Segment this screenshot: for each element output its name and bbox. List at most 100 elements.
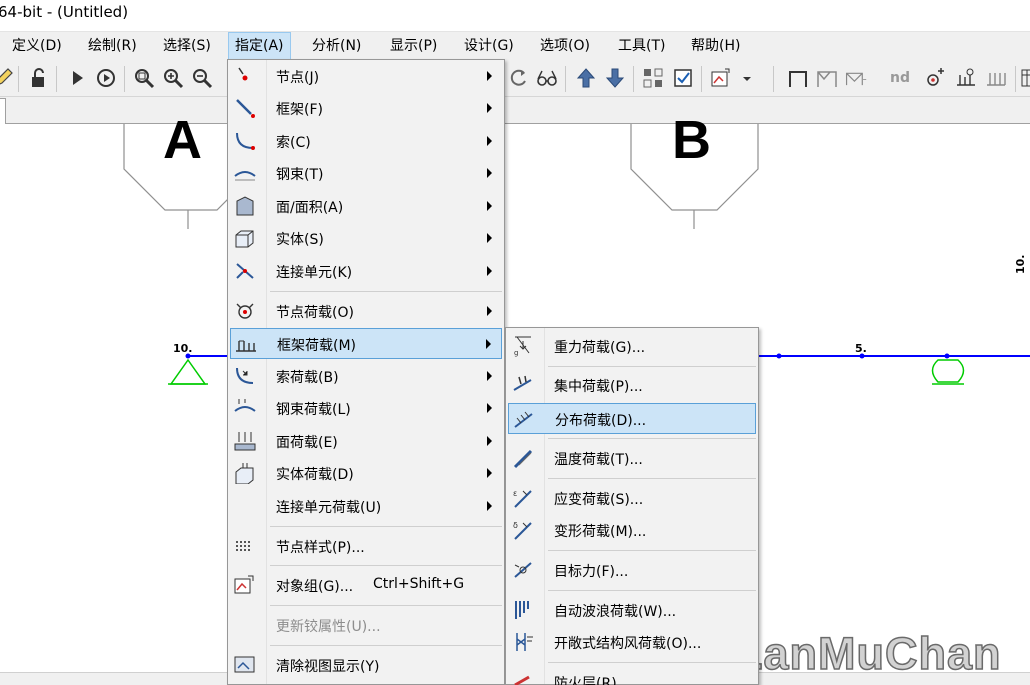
menu-separator	[548, 478, 756, 479]
menu-item-solid[interactable]: 实体(S)	[230, 223, 502, 254]
submenu-item-distributed[interactable]: 分布荷载(D)...	[508, 403, 756, 434]
frame-draw-icon[interactable]	[787, 67, 809, 89]
menu-item-cable-loads[interactable]: 索荷载(B)	[230, 361, 502, 392]
joint-pattern-icon	[233, 535, 257, 557]
select-all-icon[interactable]	[642, 67, 664, 89]
solid-load-icon	[233, 462, 257, 484]
wave-load-icon	[511, 599, 535, 621]
wind-load-icon	[511, 631, 535, 653]
submenu-item-deformation[interactable]: δ 变形荷载(M)...	[508, 515, 756, 546]
clear-display-icon	[233, 654, 257, 676]
menu-item-frame[interactable]: 框架(F)	[230, 93, 502, 124]
menu-separator	[270, 565, 502, 566]
run-icon[interactable]	[66, 67, 88, 89]
menu-item-area[interactable]: 面/面积(A)	[230, 191, 502, 222]
zoom-out-icon[interactable]	[191, 67, 213, 89]
rotate-icon[interactable]	[508, 67, 530, 89]
frame-load-icon	[234, 333, 258, 355]
toolbar-separator	[773, 66, 774, 92]
menu-item-groups[interactable]: 对象组(G)... Ctrl+Shift+G	[230, 570, 502, 601]
move-down-icon[interactable]	[604, 67, 626, 89]
nd-label[interactable]: nd	[890, 70, 910, 86]
submenu-item-temperature[interactable]: 温度荷载(T)...	[508, 443, 756, 474]
frame-joint	[776, 353, 782, 359]
menu-design[interactable]: 设计(G)	[458, 32, 520, 61]
target-force-icon	[511, 559, 535, 581]
load-pattern-icon[interactable]	[955, 67, 977, 89]
menu-item-joint-patterns[interactable]: 节点样式(P)...	[230, 531, 502, 562]
deformation-load-icon: δ	[511, 519, 535, 541]
menu-item-tendon[interactable]: 钢束(T)	[230, 158, 502, 189]
checkbox-icon[interactable]	[672, 67, 694, 89]
menu-tools[interactable]: 工具(T)	[612, 32, 671, 61]
submenu-item-strain[interactable]: ε 应变荷载(S)...	[508, 483, 756, 514]
zoom-window-icon[interactable]	[133, 67, 155, 89]
menu-select[interactable]: 选择(S)	[157, 32, 217, 61]
toolbar: nd	[0, 61, 1030, 97]
submenu-item-point[interactable]: 集中荷载(P)...	[508, 370, 756, 401]
table-icon[interactable]	[1020, 67, 1030, 89]
joint-icon	[233, 65, 257, 87]
menu-item-frame-loads[interactable]: 框架荷载(M)	[230, 328, 502, 359]
menu-help[interactable]: 帮助(H)	[685, 32, 746, 61]
node-label: 10.	[173, 342, 193, 355]
link-icon	[233, 260, 257, 282]
distributed-load-icon	[512, 408, 536, 430]
menu-separator	[270, 526, 502, 527]
submenu-arrow-icon	[487, 468, 492, 478]
toolbar-separator	[565, 66, 566, 92]
pencil-icon[interactable]	[0, 67, 14, 89]
perspective-glasses-icon[interactable]	[536, 67, 558, 89]
cable-load-icon	[233, 365, 257, 387]
frame-section-icon[interactable]	[845, 67, 873, 89]
menu-item-cable[interactable]: 索(C)	[230, 126, 502, 157]
submenu-item-wind-load[interactable]: 开敞式结构风荷载(O)...	[508, 627, 756, 658]
menu-item-area-loads[interactable]: 面荷载(E)	[230, 426, 502, 457]
submenu-item-wave-load[interactable]: 自动波浪荷载(W)...	[508, 595, 756, 626]
menu-item-link[interactable]: 连接单元(K)	[230, 256, 502, 287]
menu-define[interactable]: 定义(D)	[6, 32, 68, 61]
menu-item-joint-loads[interactable]: 节点荷载(O)	[230, 296, 502, 327]
frame-icon	[233, 97, 257, 119]
lock-icon[interactable]	[27, 67, 49, 89]
svg-text:δ: δ	[513, 521, 518, 530]
run-analysis-icon[interactable]	[95, 67, 117, 89]
gravity-load-icon: g	[511, 335, 535, 357]
window-title: 64-bit - (Untitled)	[0, 3, 129, 21]
menu-separator	[270, 291, 502, 292]
menu-display[interactable]: 显示(P)	[384, 32, 443, 61]
submenu-item-gravity[interactable]: g 重力荷载(G)...	[508, 331, 756, 362]
menu-item-link-loads[interactable]: 连接单元荷载(U)	[230, 491, 502, 522]
menu-item-update-hinges: 更新铰属性(U)...	[276, 619, 381, 635]
menu-analyze[interactable]: 分析(N)	[306, 32, 367, 61]
frame-loads-submenu: g 重力荷载(G)... 集中荷载(P)... 分布荷载(D)... 温度荷载(…	[505, 327, 759, 685]
truss-icon[interactable]	[816, 67, 838, 89]
menu-options[interactable]: 选项(O)	[534, 32, 596, 61]
view-tab[interactable]	[0, 98, 6, 124]
menu-item-clear-display[interactable]: 清除视图显示(Y)	[230, 650, 502, 681]
submenu-arrow-icon	[487, 266, 492, 276]
zoom-in-icon[interactable]	[162, 67, 184, 89]
joint-restraint-icon[interactable]	[924, 67, 946, 89]
submenu-arrow-icon	[486, 339, 491, 349]
assign-icon[interactable]	[710, 67, 732, 89]
menu-item-solid-loads[interactable]: 实体荷载(D)	[230, 458, 502, 489]
dropdown-arrow-icon[interactable]	[736, 67, 751, 89]
menu-item-tendon-loads[interactable]: 钢束荷载(L)	[230, 393, 502, 424]
menu-assign[interactable]: 指定(A)	[228, 32, 291, 61]
menu-separator	[548, 590, 756, 591]
menu-item-joint[interactable]: 节点(J)	[230, 61, 502, 92]
distributed-load-toolbar-icon[interactable]	[985, 67, 1007, 89]
move-up-icon[interactable]	[575, 67, 597, 89]
watermark: LanMuChan	[734, 627, 1002, 680]
submenu-arrow-icon	[487, 403, 492, 413]
strain-load-icon: ε	[511, 487, 535, 509]
submenu-item-fireproofing[interactable]: 防火层(R)...	[508, 667, 756, 685]
grid-label-a: A	[163, 110, 202, 170]
menu-separator	[548, 662, 756, 663]
submenu-arrow-icon	[487, 233, 492, 243]
menu-separator	[548, 438, 756, 439]
menu-draw[interactable]: 绘制(R)	[82, 32, 143, 61]
submenu-item-target-force[interactable]: 目标力(F)...	[508, 555, 756, 586]
submenu-arrow-icon	[487, 136, 492, 146]
